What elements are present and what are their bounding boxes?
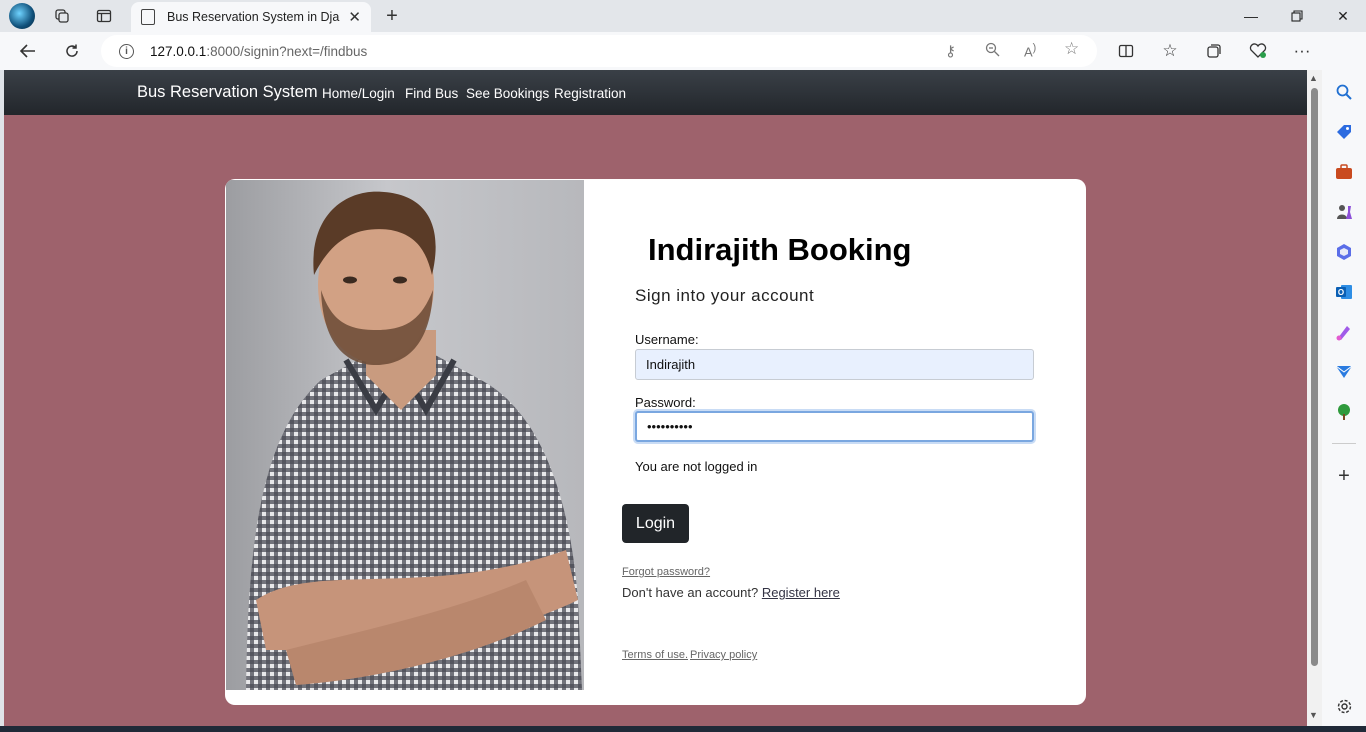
nav-link-find-bus[interactable]: Find Bus: [405, 86, 458, 101]
login-status-text: You are not logged in: [635, 459, 758, 474]
username-input[interactable]: [635, 349, 1034, 380]
back-icon[interactable]: [14, 38, 42, 64]
add-icon[interactable]: +: [1334, 465, 1354, 487]
search-icon[interactable]: [1334, 82, 1354, 102]
key-icon[interactable]: ⚷: [945, 42, 956, 60]
scroll-thumb[interactable]: [1311, 88, 1318, 666]
browser-tab-strip: Bus Reservation System in Django ✕ + — ✕: [0, 0, 1366, 32]
designer-icon[interactable]: [1334, 322, 1354, 342]
browser-toolbar: i 127.0.0.1:8000/signin?next=/findbus ⚷ …: [0, 32, 1366, 70]
send-icon[interactable]: [1334, 362, 1354, 382]
svg-text:O: O: [1338, 288, 1344, 297]
profile-avatar-icon[interactable]: [9, 3, 35, 29]
signin-subtitle: Sign into your account: [635, 286, 815, 305]
privacy-link[interactable]: Privacy policy: [690, 649, 757, 661]
split-screen-icon[interactable]: [1112, 38, 1140, 64]
username-label: Username:: [635, 332, 699, 347]
new-tab-icon[interactable]: +: [380, 4, 404, 28]
close-tab-icon[interactable]: ✕: [348, 8, 361, 26]
page-scrollbar[interactable]: ▲ ▼: [1307, 70, 1322, 726]
favorites-icon[interactable]: ☆: [1156, 38, 1184, 64]
nav-link-home-login[interactable]: Home/Login: [322, 86, 395, 101]
browser-essentials-icon[interactable]: [1244, 38, 1272, 64]
active-tab[interactable]: Bus Reservation System in Django ✕: [131, 2, 371, 32]
scroll-down-icon[interactable]: ▼: [1309, 710, 1318, 720]
nav-link-see-bookings[interactable]: See Bookings: [466, 86, 549, 101]
page-viewport: Bus Reservation System Home/Login Find B…: [4, 70, 1307, 726]
tree-icon[interactable]: [1334, 402, 1354, 422]
forgot-password-link[interactable]: Forgot password?: [622, 566, 710, 578]
games-chess-icon[interactable]: [1334, 202, 1354, 222]
url-path: :8000/signin?next=/findbus: [206, 43, 368, 59]
terms-link[interactable]: Terms of use.: [622, 649, 688, 661]
address-bar[interactable]: i 127.0.0.1:8000/signin?next=/findbus ⚷ …: [101, 35, 1097, 67]
minimize-icon[interactable]: —: [1236, 4, 1266, 28]
password-label: Password:: [635, 395, 696, 410]
favorite-star-icon[interactable]: ☆: [1064, 39, 1079, 59]
site-navbar: Bus Reservation System Home/Login Find B…: [4, 70, 1307, 115]
url-text: 127.0.0.1:8000/signin?next=/findbus: [150, 44, 367, 59]
page-favicon-icon: [141, 9, 155, 25]
tab-title: Bus Reservation System in Django: [167, 10, 340, 24]
more-menu-icon[interactable]: ···: [1288, 38, 1316, 64]
collections-icon[interactable]: [1200, 38, 1228, 64]
page-title: Indirajith Booking: [648, 232, 912, 267]
navbar-brand[interactable]: Bus Reservation System: [137, 83, 318, 102]
login-card: Indirajith Booking Sign into your accoun…: [225, 179, 1086, 705]
read-aloud-icon[interactable]: A): [1024, 42, 1036, 59]
os-taskbar: [0, 726, 1366, 732]
workspaces-icon[interactable]: [50, 4, 74, 28]
nav-link-registration[interactable]: Registration: [554, 86, 626, 101]
password-input[interactable]: [635, 411, 1034, 442]
site-info-icon[interactable]: i: [119, 43, 134, 59]
microsoft-365-icon[interactable]: [1334, 242, 1354, 262]
scroll-up-icon[interactable]: ▲: [1309, 73, 1318, 83]
settings-gear-icon[interactable]: [1334, 696, 1354, 716]
outlook-icon[interactable]: O: [1334, 282, 1354, 302]
restore-icon[interactable]: [1282, 4, 1312, 28]
shopping-tag-icon[interactable]: [1334, 122, 1354, 142]
no-account-text: Don't have an account?: [622, 585, 759, 600]
edge-sidebar: O +: [1322, 32, 1366, 726]
zoom-out-icon[interactable]: [985, 42, 1000, 61]
tools-briefcase-icon[interactable]: [1334, 162, 1354, 182]
register-prompt: Don't have an account? Register here: [622, 585, 840, 600]
close-window-icon[interactable]: ✕: [1328, 4, 1358, 28]
register-link[interactable]: Register here: [762, 585, 840, 600]
profile-photo: [226, 180, 584, 690]
sidebar-divider: [1332, 443, 1356, 444]
login-button[interactable]: Login: [622, 504, 689, 543]
refresh-icon[interactable]: [58, 38, 86, 64]
url-host: 127.0.0.1: [150, 43, 207, 59]
tab-actions-icon[interactable]: [92, 4, 116, 28]
